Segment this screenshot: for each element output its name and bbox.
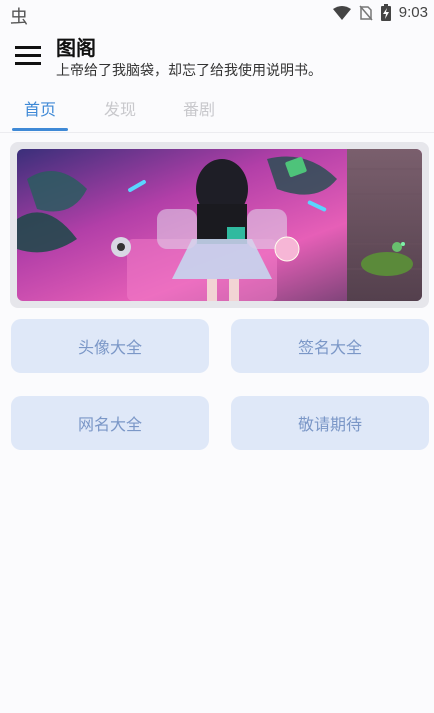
page-subtitle: 上帝给了我脑袋，却忘了给我使用说明书。 bbox=[56, 63, 322, 79]
tile-coming-soon[interactable]: 敬请期待 bbox=[231, 396, 429, 450]
wifi-icon bbox=[332, 5, 351, 20]
tab-indicator bbox=[12, 128, 68, 131]
no-sim-icon bbox=[359, 5, 373, 21]
status-icons: 9:03 bbox=[332, 4, 428, 21]
app-bar: 图阁 上帝给了我脑袋，却忘了给我使用说明书。 bbox=[0, 28, 434, 82]
bug-icon: 虫 bbox=[10, 7, 28, 28]
battery-charging-icon bbox=[380, 4, 391, 21]
tab-home[interactable]: 首页 bbox=[24, 96, 56, 120]
page-title: 图阁 bbox=[56, 36, 96, 60]
clock-time: 9:03 bbox=[398, 4, 428, 21]
menu-icon bbox=[15, 46, 41, 65]
tab-bar: 首页 发现 番剧 bbox=[0, 86, 434, 133]
menu-button[interactable] bbox=[11, 40, 45, 70]
tab-discover[interactable]: 发现 bbox=[104, 96, 136, 120]
status-bar: 虫 9:03 bbox=[0, 0, 434, 28]
tab-anime[interactable]: 番剧 bbox=[183, 96, 215, 120]
banner-image[interactable] bbox=[17, 149, 422, 301]
banner-card[interactable] bbox=[10, 142, 429, 308]
tile-nicknames[interactable]: 网名大全 bbox=[11, 396, 209, 450]
tile-avatars[interactable]: 头像大全 bbox=[11, 319, 209, 373]
tile-signatures[interactable]: 签名大全 bbox=[231, 319, 429, 373]
